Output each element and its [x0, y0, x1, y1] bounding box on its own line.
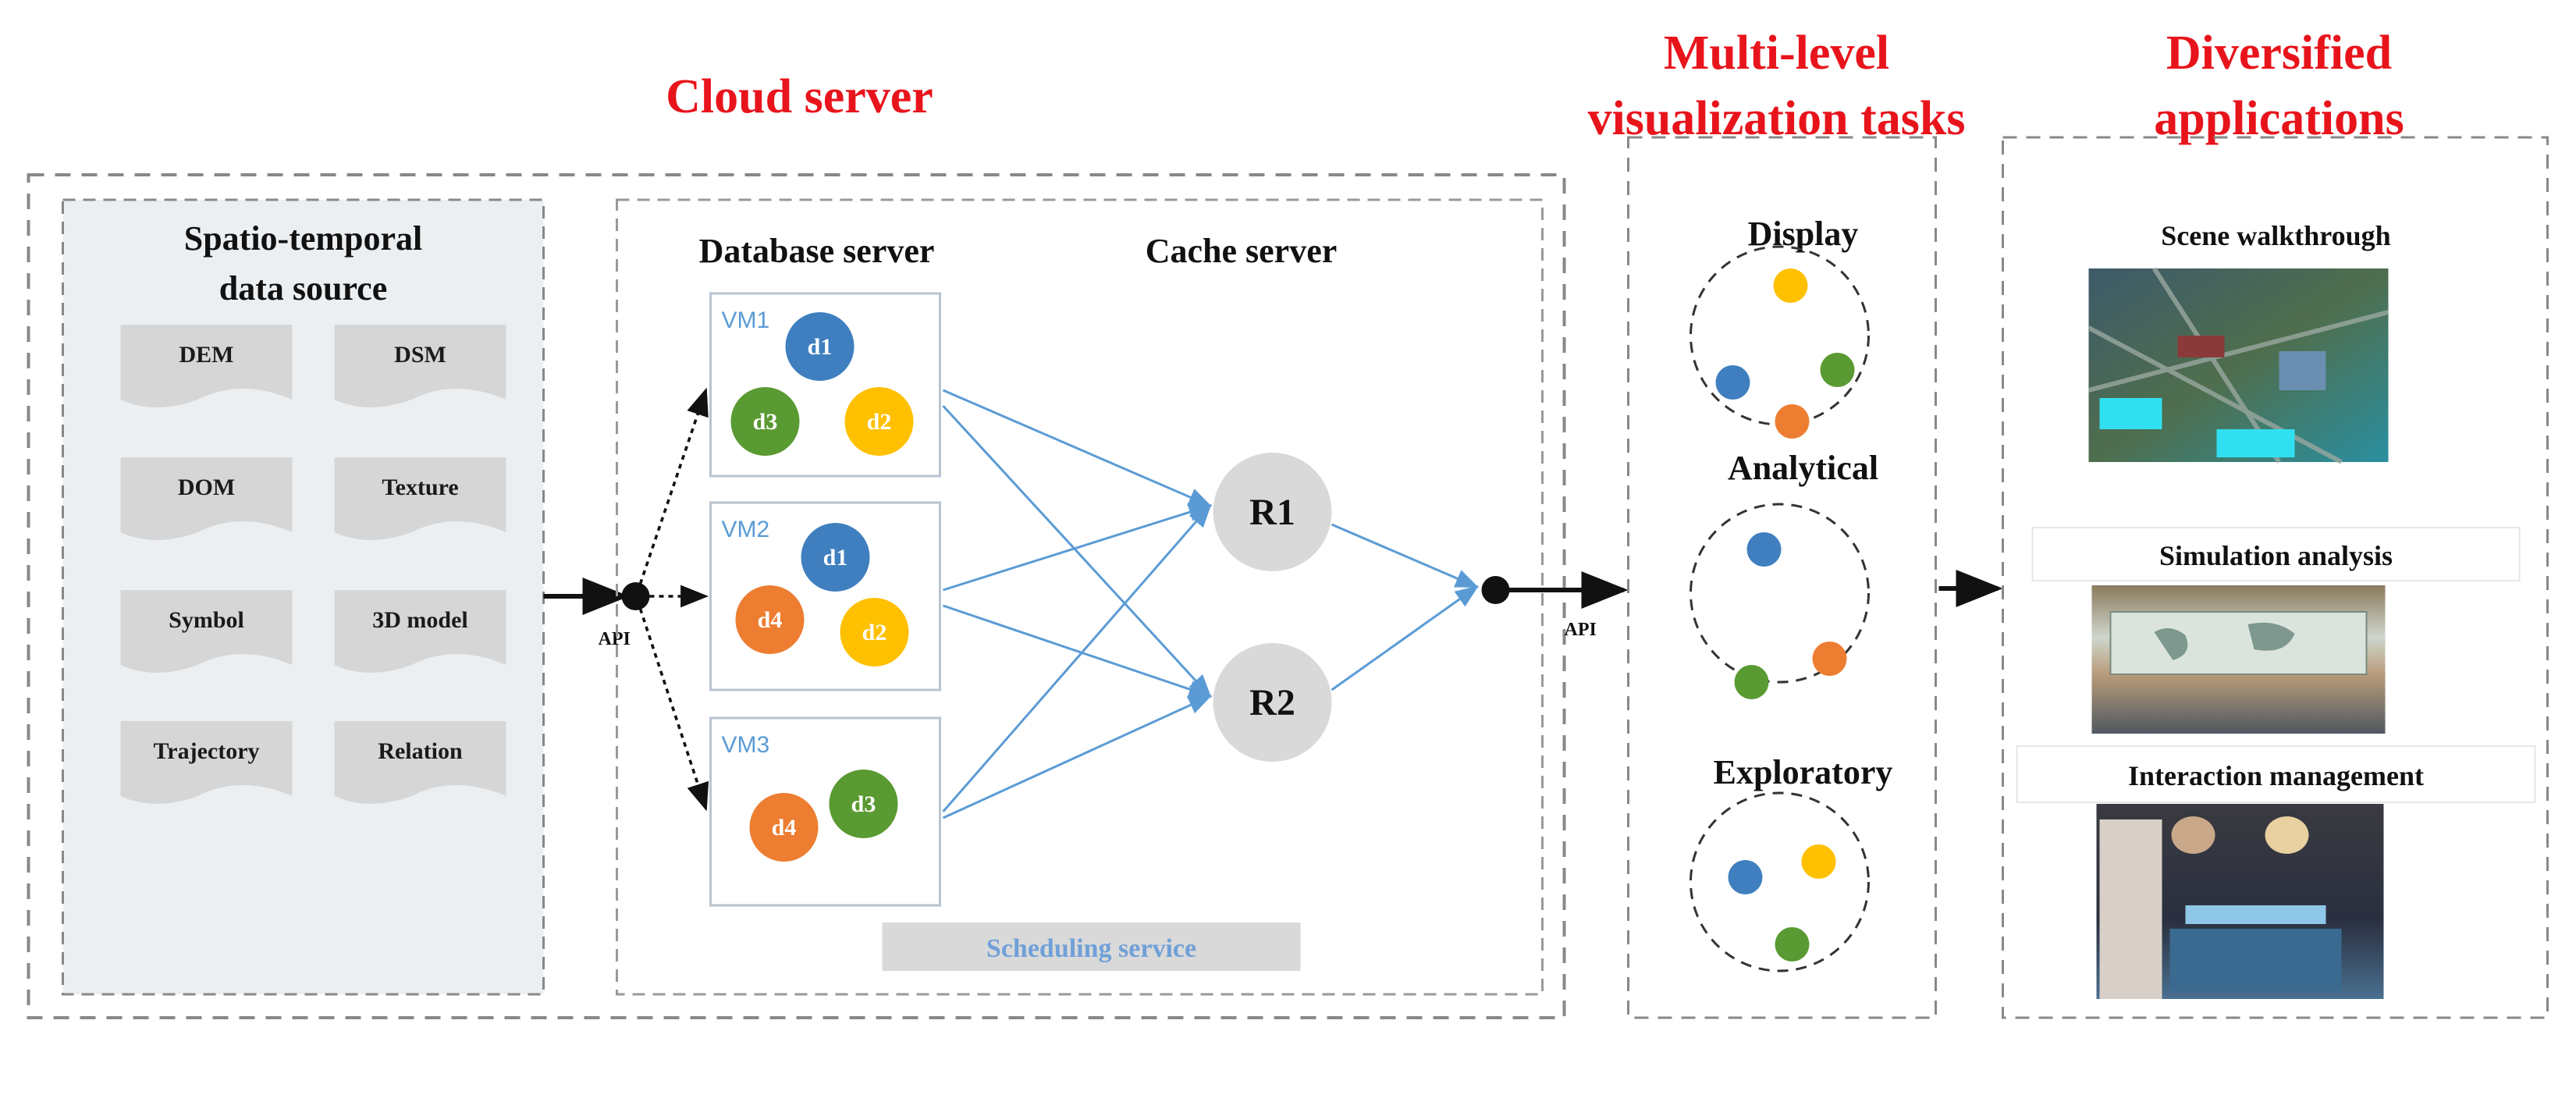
cache-node-label: R1	[1249, 492, 1295, 533]
data-block-label: d2	[867, 409, 892, 435]
r1-to-output-link	[1331, 523, 1480, 588]
task-data-dot-d3	[1775, 927, 1810, 962]
app-label-simulation-analysis: Simulation analysis	[2159, 540, 2393, 571]
interaction-management-image	[2096, 804, 2384, 999]
vm-1: VM1 d1 d3 d2	[709, 292, 941, 478]
task-data-dot-d3	[1820, 353, 1855, 387]
app-label-interaction-management: Interaction management	[2128, 760, 2424, 791]
data-block-label: d2	[862, 620, 887, 645]
task-data-dot-d1	[1728, 860, 1763, 894]
database-server-label: Database server	[699, 232, 935, 270]
data-source-item-label: DSM	[394, 342, 446, 368]
api-input-label: API	[599, 629, 631, 649]
data-source-item-label: DOM	[178, 475, 235, 500]
data-block-label: d1	[823, 545, 848, 571]
data-source-item-label: Relation	[378, 738, 463, 764]
scene-walkthrough-image	[2087, 267, 2389, 464]
dispatch-arrow-vm1	[638, 387, 709, 585]
cloud-server-title: Cloud server	[666, 70, 933, 123]
multi-level-title-line1: Multi-level	[1664, 27, 1889, 80]
task-data-dot-d2	[1773, 268, 1808, 303]
cache-server-label: Cache server	[1146, 232, 1338, 270]
api-output-node	[1481, 576, 1510, 604]
vm2-to-r1-link	[943, 503, 1213, 592]
task-exploratory: Exploratory	[1690, 753, 1893, 972]
task-analytical: Analytical	[1690, 449, 1878, 699]
diversified-title-line1: Diversified	[2166, 27, 2392, 80]
task-label: Exploratory	[1714, 753, 1893, 791]
vm-2: VM2 d1 d4 d2	[709, 501, 941, 691]
data-block-label: d4	[758, 607, 783, 633]
data-source-item-label: 3D model	[372, 607, 468, 633]
api-output-label: API	[1565, 620, 1597, 640]
data-source-item-label: Trajectory	[153, 738, 259, 764]
r2-to-output-link	[1331, 585, 1479, 691]
api-input-node	[621, 582, 650, 610]
data-source-title-line1: Spatio-temporal	[184, 219, 423, 258]
task-data-dot-d2	[1801, 844, 1836, 879]
cache-node-label: R2	[1249, 682, 1295, 723]
task-data-dot-d1	[1715, 365, 1750, 400]
vm-label: VM1	[722, 307, 770, 333]
data-source-title-line2: data source	[219, 269, 388, 307]
simulation-analysis-image	[2091, 585, 2386, 734]
vm-label: VM3	[722, 732, 770, 758]
dispatch-arrow-vm3	[638, 608, 709, 812]
task-data-dot-d1	[1746, 532, 1782, 567]
task-data-dot-d3	[1734, 665, 1769, 699]
task-data-dot-d4	[1775, 404, 1810, 439]
data-source-item-label: Texture	[382, 475, 458, 500]
architecture-diagram: Cloud server Multi-level visualization t…	[27, 27, 2549, 1019]
scheduling-service-label: Scheduling service	[986, 934, 1196, 963]
data-source-item-label: Symbol	[169, 607, 244, 633]
task-display: Display	[1690, 215, 1870, 439]
data-block-label: d3	[851, 791, 876, 817]
tasks-box	[1627, 136, 1937, 1019]
data-source-item-label: DEM	[179, 342, 234, 368]
vm3-to-r2-link	[942, 695, 1213, 819]
vm-label: VM2	[722, 517, 770, 542]
vm-3: VM3 d4 d3	[709, 716, 941, 907]
data-block-label: d3	[753, 409, 778, 435]
data-source-panel: Spatio-temporal data source DEM DSM DOM Tex…	[62, 198, 545, 996]
data-block-label: d1	[808, 334, 833, 360]
data-block-label: d4	[772, 815, 797, 841]
task-label: Analytical	[1728, 449, 1878, 487]
task-data-dot-d4	[1812, 642, 1847, 676]
app-label-scene-walkthrough: Scene walkthrough	[2161, 220, 2390, 251]
